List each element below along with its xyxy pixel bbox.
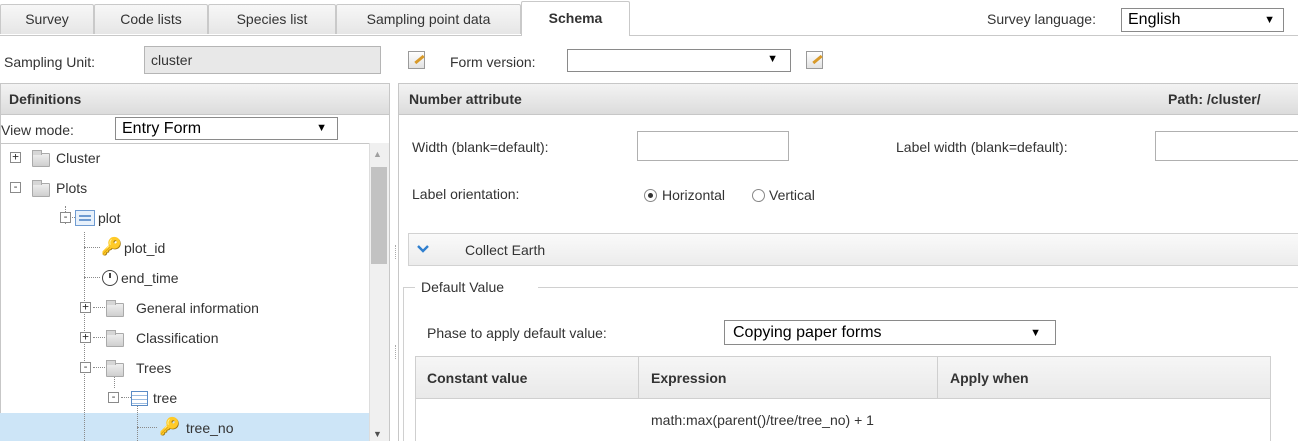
folder-icon [32, 180, 50, 197]
folder-icon [106, 330, 124, 347]
tab-species-list[interactable]: Species list [208, 4, 336, 34]
grid-col-separator [937, 357, 938, 399]
tree-node-label: tree [153, 390, 178, 406]
chevron-down-icon: ▼ [1030, 327, 1041, 339]
expand-icon[interactable]: + [80, 301, 91, 313]
tree-node-general-information[interactable]: + General information [0, 296, 360, 320]
tree-node-label: Plots [56, 180, 88, 196]
edit-form-versions-icon[interactable] [806, 51, 823, 69]
sampling-unit-field[interactable]: cluster [144, 46, 381, 74]
radio-horizontal[interactable] [644, 189, 657, 202]
fieldset-border [403, 287, 404, 441]
collapse-icon[interactable]: - [108, 391, 119, 403]
tree-node-label: Cluster [56, 150, 101, 166]
label-orientation-label: Label orientation: [412, 186, 520, 202]
grid-header [416, 357, 1270, 399]
form-version-select[interactable]: ▼ [567, 49, 791, 72]
key-icon: 🔑 [101, 237, 123, 256]
detail-header: Number attribute Path: /cluster/ [398, 83, 1298, 115]
chevron-down-icon[interactable] [417, 243, 429, 255]
table-row[interactable]: math:max(parent()/tree/tree_no) + 1 [416, 400, 1270, 441]
scroll-up-icon[interactable]: ▲ [373, 149, 382, 159]
tree-node-label: end_time [121, 270, 179, 286]
tab-survey[interactable]: Survey [0, 4, 94, 34]
folder-icon [106, 360, 124, 377]
clock-icon [102, 270, 118, 286]
collapse-icon[interactable]: - [60, 211, 71, 223]
entity-icon [75, 210, 95, 226]
tree-node-label: Classification [136, 330, 219, 346]
scroll-down-icon[interactable]: ▼ [373, 429, 382, 439]
key-icon: 🔑 [159, 417, 181, 436]
tree-node-label: General information [136, 300, 259, 316]
tab-code-lists[interactable]: Code lists [94, 4, 208, 34]
collapse-icon[interactable]: - [10, 181, 21, 193]
sampling-unit-label: Sampling Unit: [4, 54, 96, 70]
tree-node-label: plot [98, 210, 121, 226]
tree-node-tree-no[interactable]: 🔑 tree_no [0, 416, 360, 440]
panel-splitter[interactable] [390, 83, 398, 441]
tree-scrollbar-thumb[interactable] [371, 167, 387, 264]
radio-horizontal-label: Horizontal [662, 187, 726, 203]
collect-earth-label: Collect Earth [465, 242, 546, 258]
splitter-grip-icon [395, 345, 397, 359]
view-mode-value: Entry Form [122, 120, 202, 137]
radio-vertical[interactable] [752, 189, 765, 202]
tab-divider [0, 35, 1298, 36]
tree-node-classification[interactable]: + Classification [0, 326, 360, 350]
label-width-label: Label width (blank=default): [896, 139, 1068, 155]
edit-form-versions-icon[interactable] [408, 51, 425, 69]
expand-icon[interactable]: + [80, 331, 91, 343]
view-mode-label: View mode: [1, 122, 74, 138]
form-version-label: Form version: [450, 54, 536, 70]
survey-language-value: English [1128, 11, 1181, 28]
tree-node-label: tree_no [186, 420, 234, 436]
tree-node-plot[interactable]: - plot [0, 206, 360, 230]
tree-node-trees[interactable]: - Trees [0, 356, 360, 380]
radio-vertical-label: Vertical [769, 187, 815, 203]
fieldset-border [538, 287, 1298, 288]
tree-node-end-time[interactable]: end_time [0, 266, 360, 290]
folder-icon [32, 150, 50, 167]
tree-node-cluster[interactable]: + Cluster [0, 146, 360, 170]
phase-value: Copying paper forms [733, 324, 882, 341]
splitter-grip-icon [395, 245, 397, 259]
fieldset-border [403, 287, 415, 288]
table-icon [131, 391, 148, 406]
collapse-icon[interactable]: - [80, 361, 91, 373]
tree-node-plots[interactable]: - Plots [0, 176, 360, 200]
chevron-down-icon: ▼ [1264, 14, 1275, 26]
width-label: Width (blank=default): [412, 139, 549, 155]
tab-bar: Survey Code lists Species list Sampling … [0, 0, 1298, 37]
survey-language-select[interactable]: English ▼ [1121, 8, 1284, 32]
tab-sampling-point-data[interactable]: Sampling point data [336, 4, 521, 34]
tab-schema[interactable]: Schema [521, 1, 630, 36]
expand-icon[interactable]: + [10, 151, 21, 163]
width-input[interactable] [637, 131, 789, 161]
cell-expression: math:max(parent()/tree/tree_no) + 1 [651, 412, 874, 428]
detail-title: Number attribute [409, 91, 522, 107]
phase-label: Phase to apply default value: [427, 325, 607, 341]
tree-node-plot-id[interactable]: 🔑 plot_id [0, 236, 360, 260]
survey-language-label: Survey language: [987, 11, 1096, 27]
tree-node-label: Trees [136, 360, 172, 376]
chevron-down-icon: ▼ [767, 53, 778, 65]
folder-icon [106, 300, 124, 317]
grid-col-expression[interactable]: Expression [651, 357, 726, 399]
tree-node-label: plot_id [124, 240, 166, 256]
grid-col-separator [638, 357, 639, 399]
label-width-input[interactable] [1155, 131, 1298, 161]
default-value-legend: Default Value [421, 279, 505, 295]
chevron-down-icon: ▼ [316, 122, 327, 134]
view-mode-select[interactable]: Entry Form ▼ [115, 117, 338, 140]
grid-col-apply-when[interactable]: Apply when [950, 357, 1029, 399]
detail-path: Path: /cluster/ [1168, 91, 1261, 107]
tree-node-tree[interactable]: - tree [0, 386, 360, 410]
phase-select[interactable]: Copying paper forms ▼ [724, 320, 1056, 345]
definitions-header: Definitions [0, 83, 390, 115]
grid-col-constant-value[interactable]: Constant value [427, 357, 527, 399]
